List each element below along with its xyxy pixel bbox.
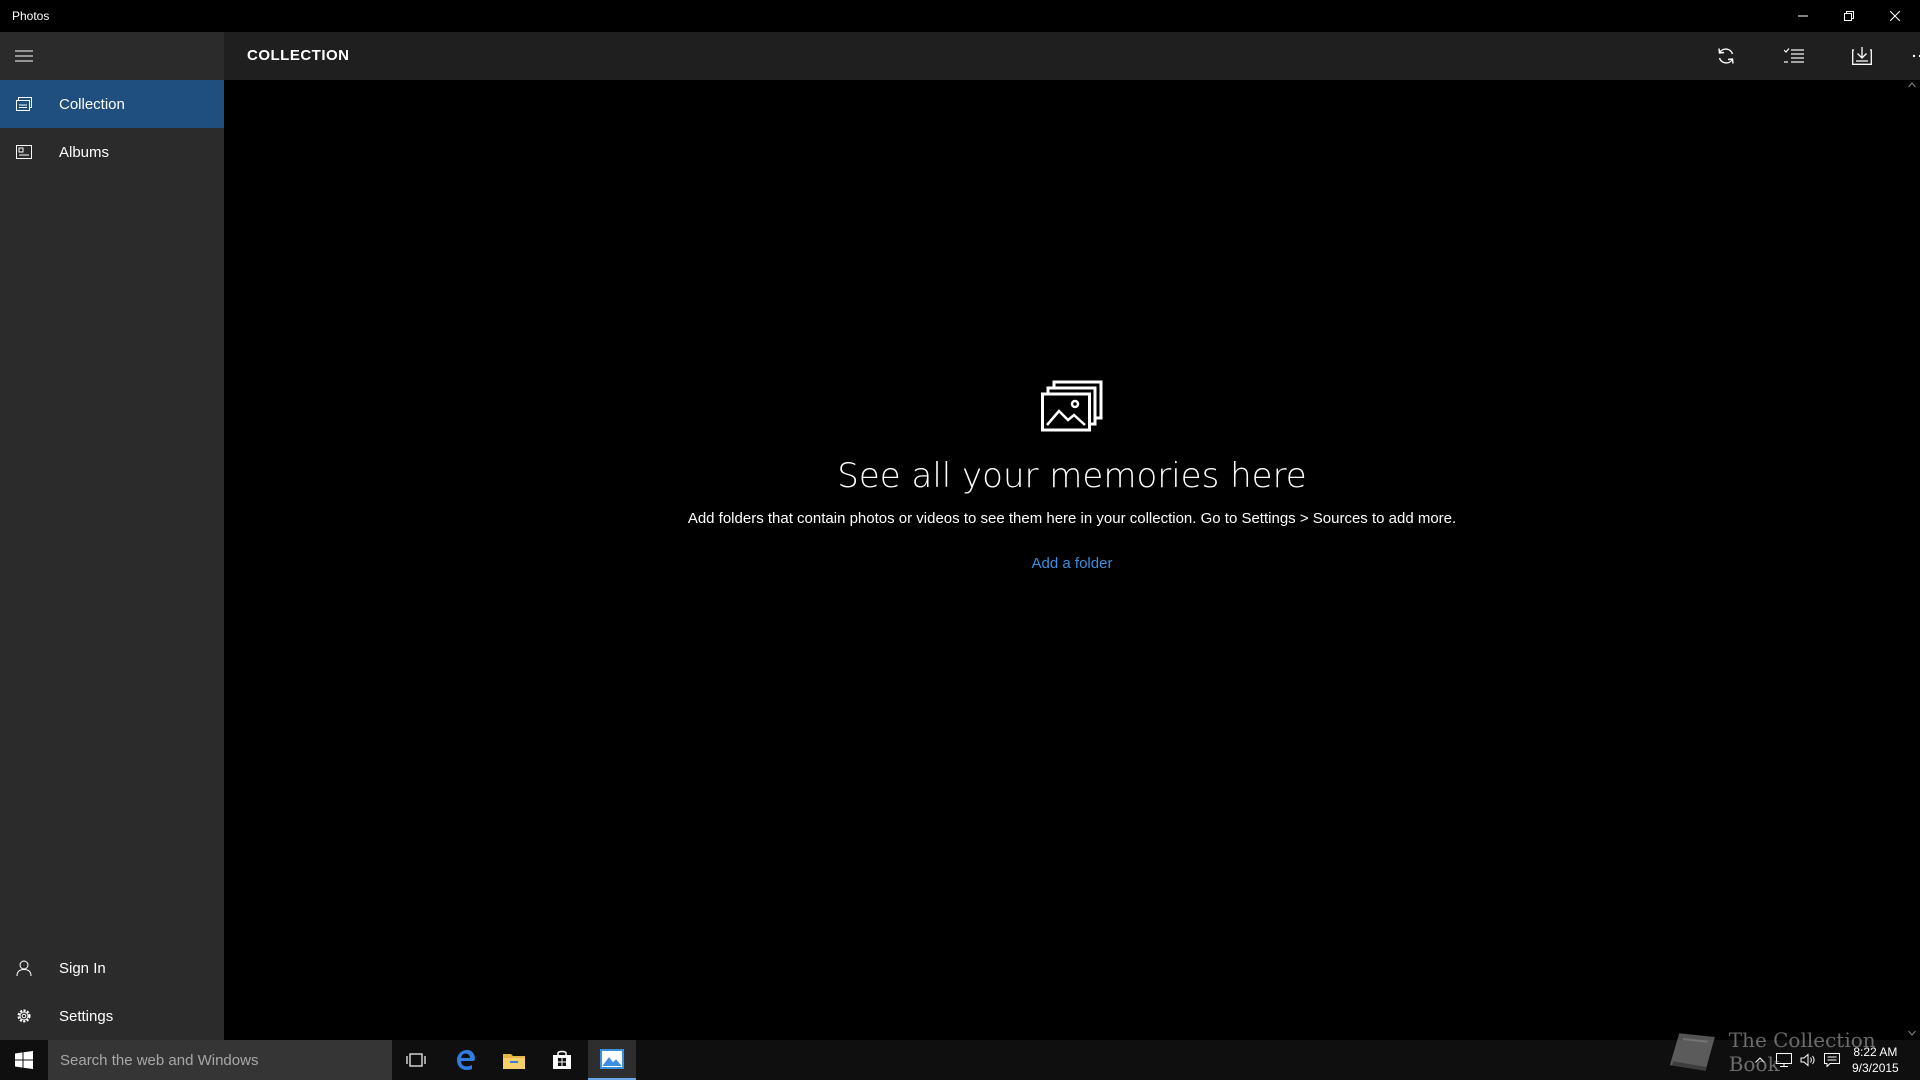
minimize-button[interactable]: [1780, 0, 1826, 32]
scroll-up-icon[interactable]: [1908, 82, 1916, 88]
more-icon: [1912, 54, 1920, 58]
edge-icon: [457, 1050, 475, 1070]
refresh-button[interactable]: [1702, 32, 1750, 80]
select-icon: [1784, 48, 1804, 63]
store-icon: [553, 1050, 571, 1069]
photos-app-icon: [600, 1049, 624, 1069]
select-button[interactable]: [1770, 32, 1818, 80]
close-icon: [1890, 11, 1900, 21]
photos-app-button[interactable]: [588, 1040, 636, 1080]
refresh-icon: [1718, 48, 1734, 64]
sidebar-item-settings[interactable]: Settings: [0, 992, 224, 1040]
book-icon: [1669, 1033, 1715, 1071]
sidebar-item-label: Albums: [59, 143, 110, 161]
empty-state-description: Add folders that contain photos or video…: [687, 510, 1457, 527]
sidebar-item-collection[interactable]: Collection: [0, 80, 224, 128]
taskbar: Search the web and Windows 8:22 AM 9/3/2…: [0, 1040, 1920, 1080]
import-button[interactable]: [1838, 32, 1886, 80]
page-title: COLLECTION: [247, 47, 350, 64]
sidebar-item-label: Collection: [59, 95, 125, 113]
empty-state: See all your memories here Add folders t…: [224, 380, 1920, 573]
windows-logo-icon: [15, 1051, 33, 1069]
import-icon: [1852, 47, 1872, 65]
album-icon: [0, 128, 48, 176]
file-explorer-button[interactable]: [490, 1040, 538, 1080]
sidebar-item-label: Settings: [59, 1007, 114, 1025]
sidebar-item-label: Sign In: [59, 959, 106, 977]
taskbar-search-box[interactable]: Search the web and Windows: [48, 1040, 392, 1080]
person-icon: [0, 944, 48, 992]
app-title: Photos: [12, 9, 50, 23]
more-button[interactable]: [1896, 32, 1920, 80]
empty-state-heading: See all your memories here: [837, 456, 1307, 496]
store-button[interactable]: [538, 1040, 586, 1080]
minimize-icon: [1798, 15, 1808, 17]
close-button[interactable]: [1872, 0, 1918, 32]
edge-button[interactable]: [442, 1040, 490, 1080]
hamburger-button[interactable]: [0, 32, 48, 80]
search-placeholder: Search the web and Windows: [60, 1051, 259, 1069]
task-view-icon: [406, 1053, 426, 1067]
start-button[interactable]: [0, 1040, 48, 1080]
photos-icon: [1041, 380, 1103, 432]
gear-icon: [0, 992, 48, 1040]
navigation-pane: Collection Albums Sign In Settings: [0, 32, 224, 1040]
restore-button[interactable]: [1826, 0, 1872, 32]
command-bar: COLLECTION: [224, 32, 1920, 80]
watermark: The Collection Book: [1668, 1028, 1920, 1076]
sidebar-item-albums[interactable]: Albums: [0, 128, 224, 176]
collection-icon: [0, 80, 48, 128]
file-explorer-icon: [503, 1054, 525, 1069]
sidebar-item-sign-in[interactable]: Sign In: [0, 944, 224, 992]
add-folder-link[interactable]: Add a folder: [1032, 555, 1113, 572]
title-bar: Photos: [0, 0, 1920, 32]
task-view-button[interactable]: [392, 1040, 440, 1080]
hamburger-icon: [15, 50, 33, 62]
watermark-text: The Collection Book: [1728, 1028, 1876, 1076]
restore-icon: [1844, 11, 1854, 21]
